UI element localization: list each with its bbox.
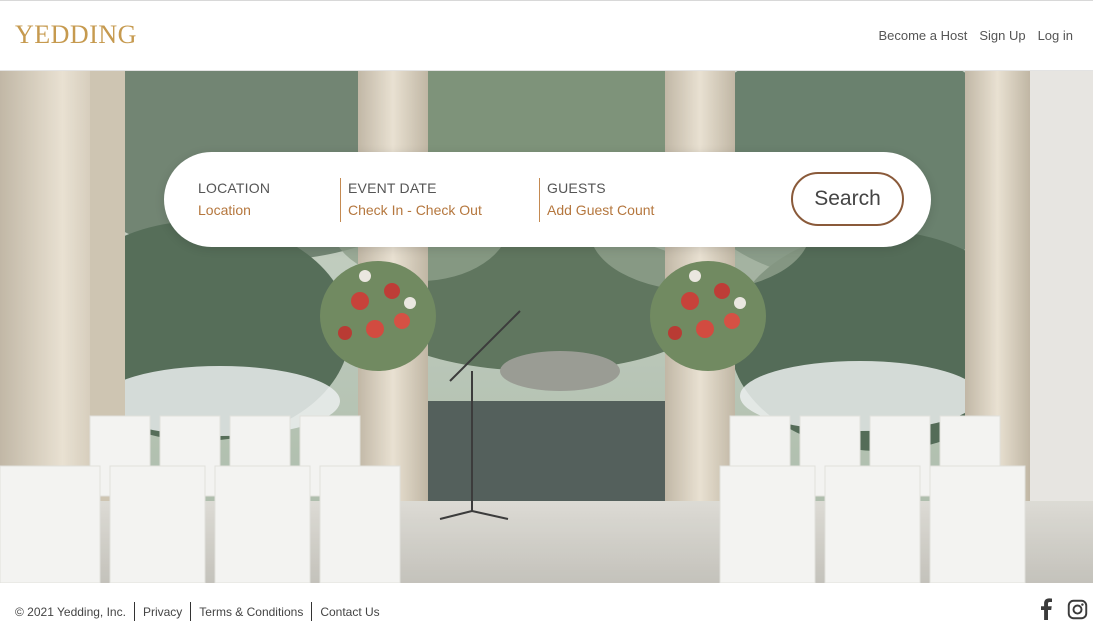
location-input[interactable]: Location [198, 202, 270, 218]
sign-up-link[interactable]: Sign Up [979, 28, 1025, 43]
footer-links: © 2021 Yedding, Inc. Privacy Terms & Con… [15, 602, 380, 621]
location-label: LOCATION [198, 180, 271, 196]
divider [311, 602, 313, 621]
terms-link[interactable]: Terms & Conditions [199, 605, 303, 619]
divider [340, 178, 341, 222]
footer: © 2021 Yedding, Inc. Privacy Terms & Con… [0, 583, 1093, 634]
become-host-link[interactable]: Become a Host [878, 28, 967, 43]
search-bar: LOCATION Location EVENT DATE Check In - … [164, 152, 931, 247]
log-in-link[interactable]: Log in [1038, 28, 1073, 43]
top-navigation-bar: YEDDING Become a Host Sign Up Log in [0, 0, 1093, 71]
contact-link[interactable]: Contact Us [320, 605, 379, 619]
social-links [1039, 598, 1088, 620]
guests-input[interactable]: Add Guest Count [547, 202, 654, 218]
divider [133, 602, 135, 621]
facebook-icon[interactable] [1039, 598, 1053, 620]
divider [539, 178, 540, 222]
privacy-link[interactable]: Privacy [143, 605, 182, 619]
divider [190, 602, 192, 621]
top-nav: Become a Host Sign Up Log in [878, 28, 1073, 43]
location-field[interactable]: LOCATION Location [198, 180, 270, 218]
search-button[interactable]: Search [791, 172, 904, 226]
wedding-venue-background-image [0, 71, 1093, 583]
event-date-label: EVENT DATE [348, 180, 437, 196]
hero-banner [0, 71, 1093, 583]
event-date-field[interactable]: EVENT DATE Check In - Check Out [348, 180, 482, 218]
yedding-logo[interactable]: YEDDING [15, 20, 137, 50]
event-date-input[interactable]: Check In - Check Out [348, 202, 482, 218]
instagram-icon[interactable] [1067, 599, 1088, 620]
copyright-text: © 2021 Yedding, Inc. [15, 604, 126, 619]
guests-label: GUESTS [547, 180, 606, 196]
guests-field[interactable]: GUESTS Add Guest Count [547, 180, 654, 218]
